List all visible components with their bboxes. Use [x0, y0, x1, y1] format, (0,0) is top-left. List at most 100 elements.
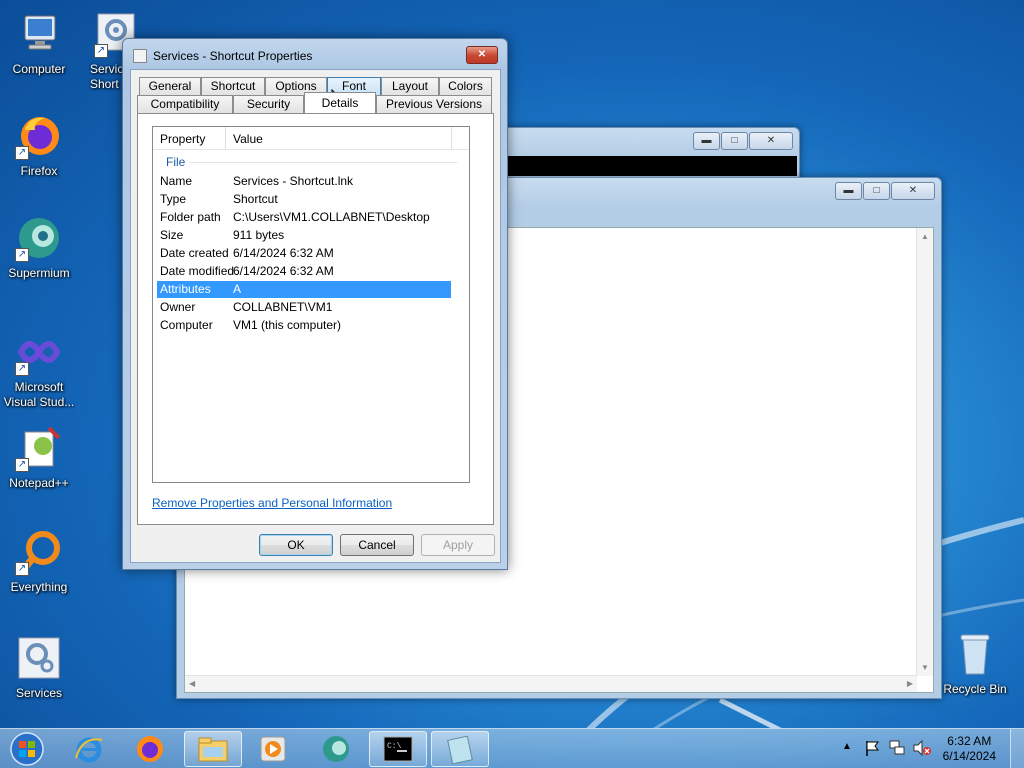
services-icon — [15, 634, 63, 682]
vertical-scrollbar[interactable]: ▲ ▼ — [916, 228, 933, 676]
property-value: VM1 (this computer) — [233, 318, 342, 332]
desktop-icon-recycle-bin[interactable]: Recycle Bin — [936, 630, 1014, 697]
dialog-client: General Shortcut Options Font Layout Col… — [130, 69, 501, 563]
dialog-title: Services - Shortcut Properties — [153, 49, 313, 63]
window-controls: ▬ □ ✕ — [835, 182, 935, 200]
group-header-file[interactable]: File — [166, 155, 185, 169]
desktop-icon-computer[interactable]: Computer — [0, 10, 78, 77]
list-item[interactable]: Name Services - Shortcut.lnk — [157, 173, 451, 190]
taskbar-media-player[interactable] — [244, 731, 302, 767]
show-hidden-icons-button[interactable]: ▲ — [842, 741, 852, 768]
list-item-selected[interactable]: Attributes A — [157, 281, 451, 298]
scroll-right-icon[interactable]: ▶ — [907, 679, 913, 688]
property-name: Date created — [160, 246, 229, 260]
desktop-icon-everything[interactable]: ↗ Everything — [0, 528, 78, 595]
desktop-icon-label: Everything — [10, 580, 68, 594]
maximize-button[interactable]: □ — [863, 182, 890, 200]
desktop-icon-supermium[interactable]: ↗ Supermium — [0, 214, 78, 281]
tab-compatibility[interactable]: Compatibility — [137, 95, 233, 113]
taskbar-notepad[interactable] — [431, 731, 489, 767]
minimize-button[interactable]: ▬ — [693, 132, 720, 150]
desktop-icon-services[interactable]: Services — [0, 634, 78, 701]
scroll-up-icon[interactable]: ▲ — [917, 232, 933, 241]
property-name: Size — [160, 228, 184, 242]
clock-time: 6:32 AM — [947, 734, 992, 748]
internet-explorer-icon — [75, 737, 103, 763]
volume-muted-icon[interactable] — [912, 739, 932, 768]
list-item[interactable]: Owner COLLABNET\VM1 — [157, 299, 451, 316]
desktop-icon-label: Notepad++ — [9, 476, 69, 490]
supermium-icon — [323, 736, 349, 762]
tab-previous-versions[interactable]: Previous Versions — [376, 95, 492, 113]
desktop-icon-notepadpp[interactable]: ↗ Notepad++ — [0, 424, 78, 491]
list-item[interactable]: Size 911 bytes — [157, 227, 451, 244]
property-value: 911 bytes — [233, 228, 285, 242]
notepad-icon — [447, 735, 473, 764]
taskbar-firefox[interactable] — [121, 731, 179, 767]
property-name: Date modified — [160, 264, 235, 278]
property-value: 6/14/2024 6:32 AM — [233, 246, 334, 260]
list-item[interactable]: Date created 6/14/2024 6:32 AM — [157, 245, 451, 262]
properties-dialog[interactable]: Services - Shortcut Properties ✕ General… — [122, 38, 508, 570]
horizontal-scrollbar[interactable]: ◀ ▶ — [185, 675, 917, 692]
notepadpp-icon: ↗ — [15, 424, 63, 472]
network-icon[interactable] — [888, 739, 906, 768]
list-item[interactable]: Computer VM1 (this computer) — [157, 317, 451, 334]
maximize-button[interactable]: □ — [721, 132, 748, 150]
column-header-value[interactable]: Value — [233, 132, 263, 146]
property-name: Attributes — [160, 282, 211, 296]
shortcut-arrow-icon: ↗ — [94, 44, 108, 58]
desktop-icon-vscode[interactable]: ↗ Microsoft Visual Stud... — [0, 328, 78, 410]
tab-shortcut[interactable]: Shortcut — [201, 77, 265, 95]
scroll-left-icon[interactable]: ◀ — [189, 679, 195, 688]
shortcut-arrow-icon: ↗ — [15, 146, 29, 160]
list-item[interactable]: Type Shortcut — [157, 191, 451, 208]
property-name: Name — [160, 174, 193, 188]
close-button[interactable]: ✕ — [466, 46, 498, 64]
firefox-icon — [137, 736, 163, 762]
desktop-icon-label: Supermium — [8, 266, 70, 280]
minimize-button[interactable]: ▬ — [835, 182, 862, 200]
cmd-icon: C:\ — [383, 736, 413, 762]
file-explorer-icon — [198, 737, 228, 762]
close-button[interactable]: ✕ — [749, 132, 793, 150]
close-button[interactable]: ✕ — [891, 182, 935, 200]
shortcut-arrow-icon: ↗ — [15, 362, 29, 376]
shortcut-arrow-icon: ↗ — [15, 458, 29, 472]
details-list[interactable]: Property Value File Name Services - Short… — [152, 126, 470, 483]
list-item[interactable]: Folder path C:\Users\VM1.COLLABNET\Deskto… — [157, 209, 451, 226]
column-separator — [225, 127, 226, 149]
action-center-flag-icon[interactable] — [864, 739, 880, 768]
window-controls: ▬ □ ✕ — [693, 132, 793, 150]
taskbar-file-explorer[interactable] — [184, 731, 242, 767]
cancel-button[interactable]: Cancel — [340, 534, 414, 556]
desktop-icon-label: Servic Short — [90, 62, 124, 91]
tab-colors[interactable]: Colors — [439, 77, 492, 95]
everything-icon: ↗ — [15, 528, 63, 576]
show-desktop-button[interactable] — [1010, 729, 1024, 768]
tab-details[interactable]: Details — [304, 92, 376, 113]
remove-properties-link[interactable]: Remove Properties and Personal Informati… — [152, 496, 392, 510]
tab-security[interactable]: Security — [233, 95, 304, 113]
list-item[interactable]: Date modified 6/14/2024 6:32 AM — [157, 263, 451, 280]
property-value: COLLABNET\VM1 — [233, 300, 333, 314]
media-player-icon — [260, 736, 286, 762]
desktop-icon-firefox[interactable]: ↗ Firefox — [0, 112, 78, 179]
tab-general[interactable]: General — [139, 77, 201, 95]
taskbar-internet-explorer[interactable] — [60, 731, 118, 767]
desktop-icon-label: Firefox — [20, 164, 58, 178]
ok-button[interactable]: OK — [259, 534, 333, 556]
taskbar-clock[interactable]: 6:32 AM 6/14/2024 — [943, 734, 996, 764]
column-header-property[interactable]: Property — [160, 132, 205, 146]
shortcut-app-icon — [133, 49, 147, 63]
property-value: Services - Shortcut.lnk — [233, 174, 354, 188]
tab-layout[interactable]: Layout — [381, 77, 439, 95]
desktop-icon-label: Services — [15, 686, 62, 700]
apply-button[interactable]: Apply — [421, 534, 495, 556]
taskbar-supermium[interactable] — [307, 731, 365, 767]
taskbar-cmd[interactable]: C:\ — [369, 731, 427, 767]
property-name: Type — [160, 192, 187, 206]
property-value: 6/14/2024 6:32 AM — [233, 264, 334, 278]
start-button[interactable] — [0, 731, 54, 767]
scroll-down-icon[interactable]: ▼ — [917, 663, 933, 672]
